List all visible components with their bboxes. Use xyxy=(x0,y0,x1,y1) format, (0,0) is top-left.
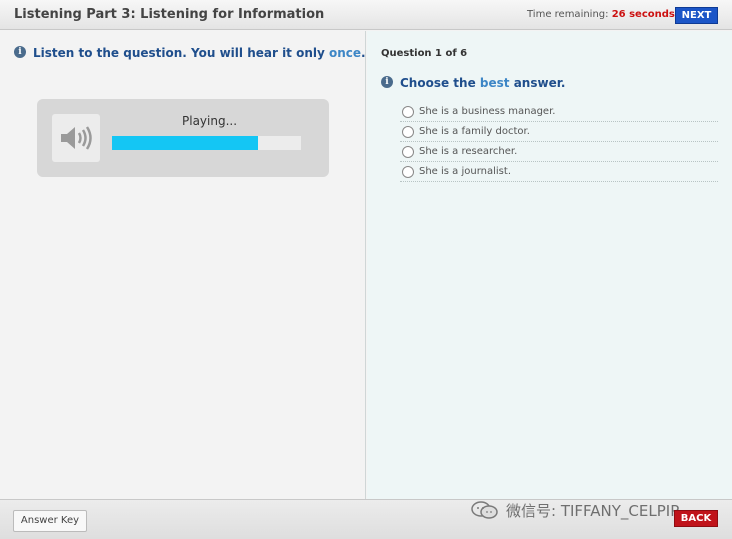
option-label[interactable]: She is a researcher. xyxy=(419,146,517,157)
prompt-end: answer. xyxy=(509,76,566,90)
listening-instruction: Listen to the question. You will hear it… xyxy=(33,46,366,60)
radio-button[interactable] xyxy=(402,106,414,118)
answer-options: She is a business manager. She is a fami… xyxy=(400,102,718,182)
info-icon: i xyxy=(381,76,393,88)
info-icon: i xyxy=(14,46,26,58)
answer-option[interactable]: She is a researcher. xyxy=(400,142,718,162)
audio-player: Playing... xyxy=(37,99,329,177)
audio-progress-fill xyxy=(112,136,258,150)
audio-progress-bar xyxy=(112,136,301,150)
radio-button[interactable] xyxy=(402,146,414,158)
prompt-text: Choose the xyxy=(400,76,480,90)
answer-option[interactable]: She is a business manager. xyxy=(400,102,718,122)
time-remaining-value: 26 seconds xyxy=(611,9,675,20)
watermark: 微信号: TIFFANY_CELPIP xyxy=(506,502,680,520)
playing-status: Playing... xyxy=(182,114,238,128)
answer-option[interactable]: She is a family doctor. xyxy=(400,122,718,142)
answer-key-button[interactable]: Answer Key xyxy=(13,510,87,532)
time-remaining-label: Time remaining: xyxy=(527,9,609,20)
next-button[interactable]: NEXT xyxy=(675,7,718,24)
wechat-icon xyxy=(471,501,498,519)
page-title: Listening Part 3: Listening for Informat… xyxy=(14,7,325,22)
back-button[interactable]: BACK xyxy=(674,510,718,527)
speaker-icon xyxy=(52,114,100,162)
instruction-text: Listen to the question. You will hear it… xyxy=(33,46,329,60)
bottom-bar: Answer Key 微信号: TIFFANY_CELPIP BACK xyxy=(0,499,732,539)
prompt-highlight: best xyxy=(479,76,510,90)
instruction-end: . xyxy=(361,46,366,60)
audio-panel: i Listen to the question. You will hear … xyxy=(0,31,366,499)
radio-button[interactable] xyxy=(402,126,414,138)
option-label[interactable]: She is a family doctor. xyxy=(419,126,530,137)
radio-button[interactable] xyxy=(402,166,414,178)
answer-option[interactable]: She is a journalist. xyxy=(400,162,718,182)
time-remaining: Time remaining: 26 seconds xyxy=(527,9,675,20)
question-number: Question 1 of 6 xyxy=(381,48,468,59)
question-panel: Question 1 of 6 i Choose the best answer… xyxy=(367,31,732,499)
option-label[interactable]: She is a business manager. xyxy=(419,106,555,117)
option-label[interactable]: She is a journalist. xyxy=(419,166,511,177)
question-prompt: Choose the best answer. xyxy=(400,76,565,90)
top-bar: Listening Part 3: Listening for Informat… xyxy=(0,0,732,30)
instruction-highlight: once xyxy=(329,46,362,60)
